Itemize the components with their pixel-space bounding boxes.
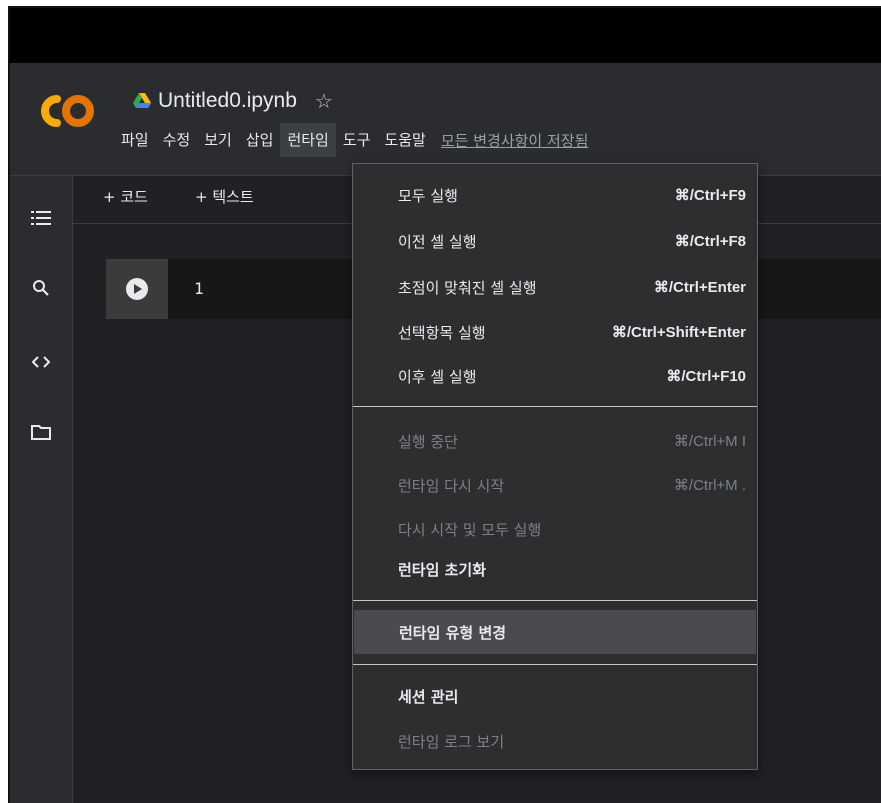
search-icon[interactable] [10, 268, 72, 308]
menu-run-after[interactable]: 이후 셀 실행 ⌘/Ctrl+F10 [353, 354, 757, 398]
menu-file[interactable]: 파일 [114, 123, 156, 157]
play-icon [126, 278, 148, 300]
menu-run-all[interactable]: 모두 실행 ⌘/Ctrl+F9 [353, 173, 757, 217]
menu-view[interactable]: 보기 [197, 123, 239, 157]
menu-insert[interactable]: 삽입 [239, 123, 281, 157]
menu-change-runtime-type[interactable]: 런타임 유형 변경 [354, 610, 756, 654]
menu-run-selection[interactable]: 선택항목 실행 ⌘/Ctrl+Shift+Enter [353, 310, 757, 354]
menu-interrupt-execution[interactable]: 실행 중단 ⌘/Ctrl+M I [353, 419, 757, 463]
menu-separator [353, 600, 757, 601]
menu-item-label: 초점이 맞춰진 셀 실행 [398, 278, 537, 297]
table-of-contents-icon[interactable] [10, 198, 72, 238]
menu-tools[interactable]: 도구 [336, 123, 378, 157]
menu-help[interactable]: 도움말 [377, 123, 432, 157]
menu-item-shortcut: ⌘/Ctrl+F10 [666, 368, 746, 385]
colab-window: Untitled0.ipynb ☆ 파일 수정 보기 삽입 런타임 도구 도움말… [8, 6, 881, 803]
menu-manage-sessions[interactable]: 세션 관리 [353, 674, 757, 718]
menu-item-label: 다시 시작 및 모두 실행 [398, 520, 542, 539]
files-folder-icon[interactable] [10, 412, 72, 452]
menu-view-runtime-logs[interactable]: 런타임 로그 보기 [353, 719, 757, 763]
runtime-menu-dropdown: 모두 실행 ⌘/Ctrl+F9 이전 셀 실행 ⌘/Ctrl+F8 초점이 맞춰… [352, 163, 758, 770]
menu-item-label: 런타임 로그 보기 [398, 732, 505, 751]
header: Untitled0.ipynb ☆ 파일 수정 보기 삽입 런타임 도구 도움말… [10, 63, 881, 176]
menu-restart-runtime[interactable]: 런타임 다시 시작 ⌘/Ctrl+M . [353, 463, 757, 507]
menubar: 파일 수정 보기 삽입 런타임 도구 도움말 모든 변경사항이 저장됨 [114, 123, 588, 157]
run-cell-button[interactable] [106, 259, 168, 319]
menu-edit[interactable]: 수정 [156, 123, 198, 157]
menu-item-shortcut: ⌘/Ctrl+M I [673, 433, 746, 450]
menu-restart-and-run-all[interactable]: 다시 시작 및 모두 실행 [353, 507, 757, 551]
menu-runtime[interactable]: 런타임 [280, 123, 336, 157]
save-status-link[interactable]: 모든 변경사항이 저장됨 [441, 130, 589, 151]
menu-item-label: 이전 셀 실행 [398, 232, 477, 251]
menu-factory-reset-runtime[interactable]: 런타임 초기화 [353, 547, 757, 591]
line-number: 1 [194, 279, 204, 298]
menu-item-label: 런타임 다시 시작 [398, 476, 505, 495]
menu-item-shortcut: ⌘/Ctrl+Enter [653, 279, 746, 296]
top-black-bar [10, 8, 881, 63]
notebook-title[interactable]: Untitled0.ipynb [158, 89, 297, 113]
menu-separator [353, 406, 757, 407]
menu-run-before[interactable]: 이전 셀 실행 ⌘/Ctrl+F8 [353, 219, 757, 263]
code-snippets-icon[interactable] [10, 342, 72, 382]
menu-item-shortcut: ⌘/Ctrl+F9 [674, 187, 746, 204]
title-row: Untitled0.ipynb ☆ [132, 86, 333, 116]
menu-item-label: 런타임 유형 변경 [399, 623, 507, 642]
menu-item-label: 실행 중단 [398, 432, 458, 451]
menu-item-shortcut: ⌘/Ctrl+F8 [674, 233, 746, 250]
star-icon[interactable]: ☆ [315, 89, 333, 113]
menu-item-label: 모두 실행 [398, 186, 458, 205]
add-code-button[interactable]: + 코드 [103, 186, 148, 207]
add-text-button[interactable]: + 텍스트 [195, 186, 254, 207]
menu-item-label: 선택항목 실행 [398, 323, 486, 342]
menu-item-shortcut: ⌘/Ctrl+Shift+Enter [611, 324, 746, 341]
colab-logo-icon[interactable] [35, 91, 99, 131]
menu-item-label: 런타임 초기화 [398, 560, 487, 579]
menu-separator [353, 664, 757, 665]
menu-run-focused-cell[interactable]: 초점이 맞춰진 셀 실행 ⌘/Ctrl+Enter [353, 265, 757, 309]
menu-item-shortcut: ⌘/Ctrl+M . [673, 477, 746, 494]
menu-item-label: 이후 셀 실행 [398, 367, 477, 386]
google-drive-icon [133, 93, 151, 108]
menu-item-label: 세션 관리 [398, 687, 459, 706]
left-sidebar [10, 176, 73, 803]
